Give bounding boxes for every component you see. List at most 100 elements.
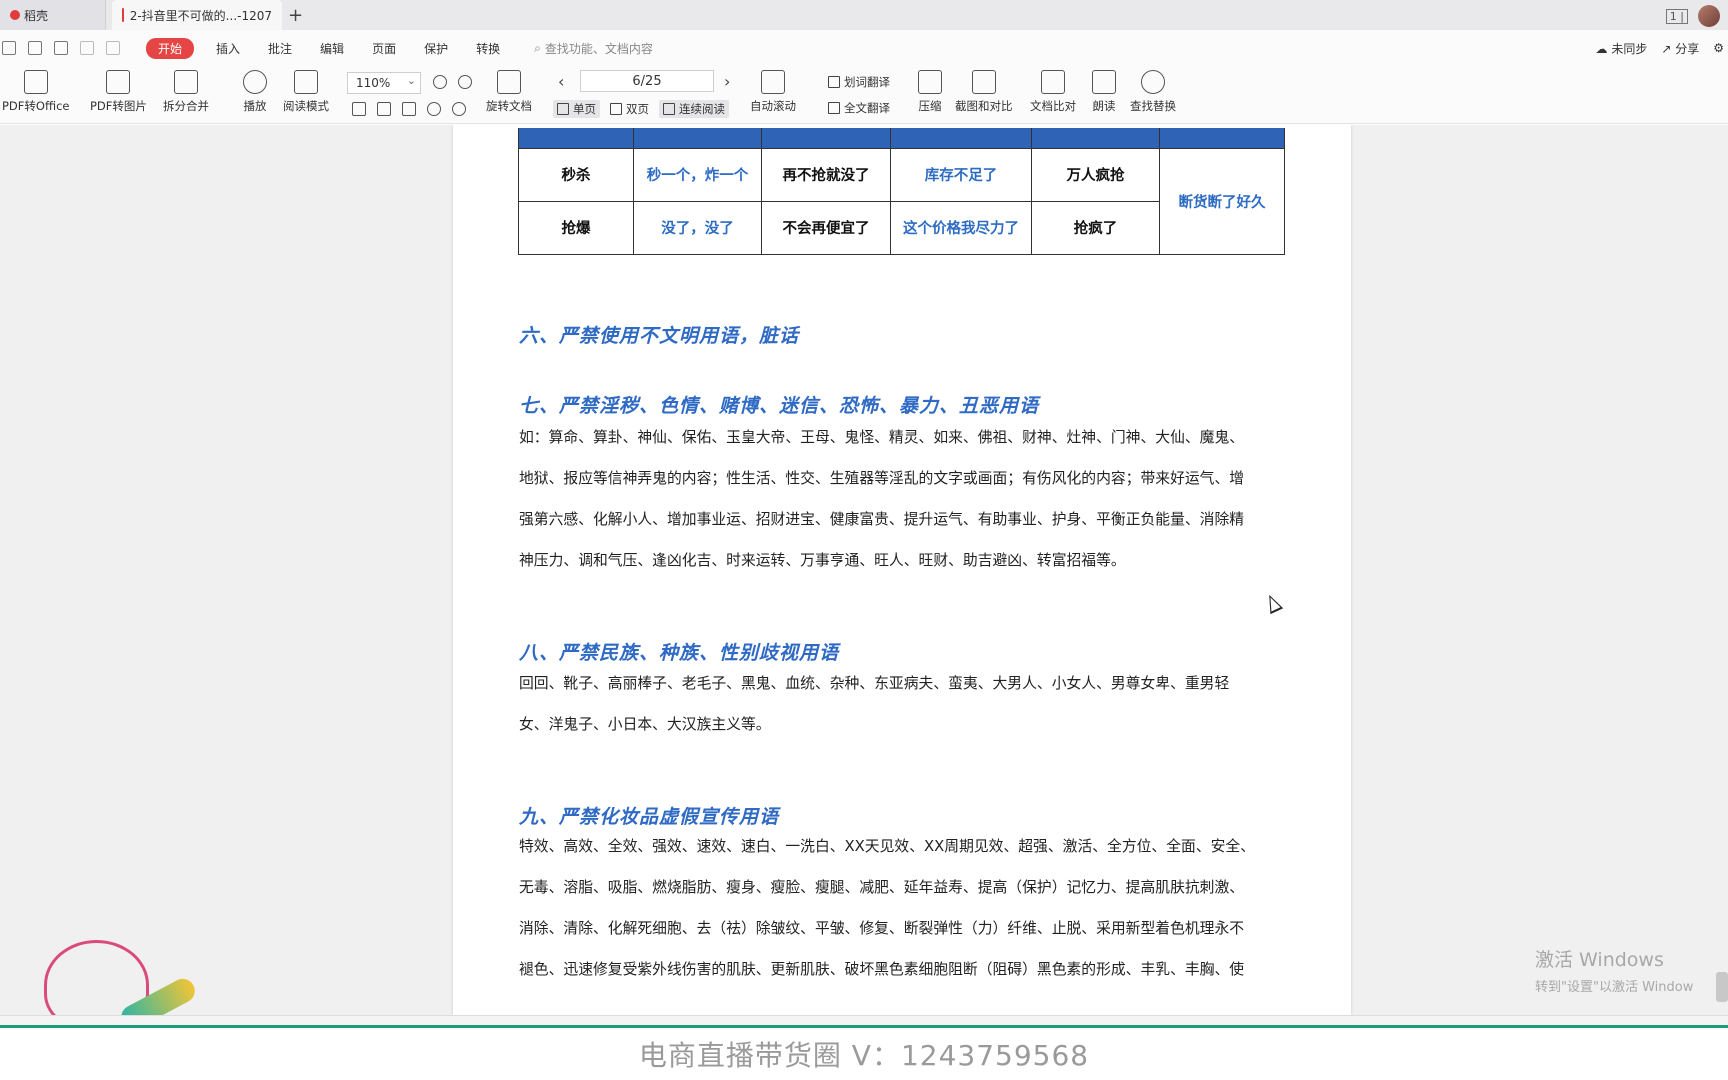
document-workspace[interactable]: 秒杀 秒一个，炸一个 再不抢就没了 库存不足了 万人疯抢 断货断了好久 抢爆 没… bbox=[0, 125, 1728, 1015]
table-cell: 库存不足了 bbox=[890, 147, 1032, 202]
menu-page[interactable]: 页面 bbox=[372, 40, 396, 57]
auto-scroll-button[interactable]: 自动滚动 bbox=[750, 70, 796, 114]
section-8-body: 回回、靴子、高丽棒子、老毛子、黑鬼、血统、杂种、东亚病夫、蛮夷、大男人、小女人、… bbox=[519, 663, 1289, 745]
single-page-icon bbox=[557, 103, 569, 115]
menu-start[interactable]: 开始 bbox=[146, 37, 195, 59]
read-aloud-button[interactable]: 朗读 bbox=[1092, 70, 1116, 114]
table-row: 秒杀 秒一个，炸一个 再不抢就没了 库存不足了 万人疯抢 断货断了好久 bbox=[518, 147, 1285, 255]
table-cell: 秒一个，炸一个 bbox=[633, 147, 762, 202]
auto-scroll-icon bbox=[761, 70, 785, 94]
tab-bar: 稻壳 2-抖音里不可做的...-1207 + 1 | bbox=[0, 0, 1728, 30]
table-cell: 没了，没了 bbox=[633, 200, 762, 255]
windows-activation-watermark: 激活 Windows 转到"设置"以激活 Window bbox=[1535, 945, 1693, 995]
text-line: 特效、高效、全效、强效、速效、速白、一洗白、XX天见效、XX周期见效、超强、激活… bbox=[519, 838, 1256, 855]
text-line: 消除、清除、化解死细胞、去（祛）除皱纹、平皱、修复、断裂弹性（力）纤维、止脱、采… bbox=[519, 920, 1245, 937]
save-icon[interactable] bbox=[28, 41, 42, 55]
screenshot-compare-button[interactable]: 截图和对比 bbox=[955, 70, 1013, 114]
rotate-document-label: 旋转文档 bbox=[486, 99, 532, 113]
fit-page-icon[interactable] bbox=[377, 102, 391, 116]
full-translate-button[interactable]: 全文翻译 bbox=[828, 100, 890, 116]
cloud-icon: ☁ bbox=[1595, 41, 1608, 56]
compress-button[interactable]: 压缩 bbox=[918, 70, 942, 114]
play-label: 播放 bbox=[243, 99, 267, 113]
share-icon: ↗ bbox=[1661, 41, 1672, 56]
window-layout-icon[interactable]: 1 | bbox=[1665, 8, 1688, 24]
section-7-heading: 七、严禁淫秽、色情、赌博、迷信、恐怖、暴力、丑恶用语 bbox=[519, 395, 1040, 417]
pdf-to-image-label: PDF转图片 bbox=[90, 99, 147, 113]
footer-banner: 电商直播带货圈 V：1243759568 bbox=[0, 1028, 1728, 1080]
menu-insert[interactable]: 插入 bbox=[216, 40, 240, 57]
zoom-select[interactable]: 110% ⌄ bbox=[347, 72, 421, 94]
double-page-button[interactable]: 双页 bbox=[610, 101, 649, 117]
table-cell: 不会再便宜了 bbox=[761, 200, 891, 255]
magnifier-icon bbox=[1141, 70, 1165, 94]
tab-home-label: 稻壳 bbox=[24, 8, 49, 23]
redo-icon[interactable] bbox=[106, 41, 120, 55]
screenshot-icon bbox=[971, 70, 996, 94]
search-input[interactable]: ⌕ 查找功能、文档内容 bbox=[534, 40, 653, 57]
next-page-icon[interactable]: › bbox=[724, 72, 730, 91]
section-7-body: 如：算命、算卦、神仙、保佑、玉皇大帝、王母、鬼怪、精灵、如来、佛祖、财神、灶神、… bbox=[519, 417, 1289, 581]
rotate-document-button[interactable]: 旋转文档 bbox=[486, 70, 532, 114]
toolbar: PDF转Office PDF转图片 拆分合并 播放 阅读模式 110% ⌄ 旋转… bbox=[0, 66, 1728, 124]
rotate-right-icon[interactable] bbox=[452, 102, 466, 116]
page-number-input[interactable]: 6/25 bbox=[580, 70, 714, 92]
settings-icon[interactable]: ⚙ bbox=[1713, 41, 1724, 55]
text-line: 无毒、溶脂、吸脂、燃烧脂肪、瘦身、瘦脸、瘦腿、减肥、延年益寿、提高（保护）记忆力… bbox=[519, 879, 1245, 896]
pdf-file-icon bbox=[122, 8, 124, 22]
new-tab-plus-icon[interactable]: + bbox=[288, 0, 303, 30]
search-placeholder: 查找功能、文档内容 bbox=[544, 41, 653, 56]
status-bar bbox=[0, 1015, 1728, 1025]
undo-icon[interactable] bbox=[80, 41, 94, 55]
table-cell: 这个价格我尽力了 bbox=[890, 200, 1032, 255]
menu-annotate[interactable]: 批注 bbox=[268, 40, 292, 57]
compress-label: 压缩 bbox=[918, 99, 942, 113]
pdf-to-office-button[interactable]: PDF转Office bbox=[2, 70, 69, 114]
continuous-read-button[interactable]: 连续阅读 bbox=[659, 100, 729, 118]
section-8-heading: 八、严禁民族、种族、性别歧视用语 bbox=[519, 642, 840, 664]
split-merge-button[interactable]: 拆分合并 bbox=[163, 70, 209, 114]
vertical-scrollbar[interactable] bbox=[1716, 972, 1728, 1002]
menu-convert[interactable]: 转换 bbox=[476, 40, 500, 57]
word-translate-label: 划词翻译 bbox=[844, 75, 890, 89]
actual-size-icon[interactable] bbox=[352, 102, 366, 116]
table-cell: 秒杀 bbox=[518, 147, 634, 202]
doc-compare-button[interactable]: 文档比对 bbox=[1030, 70, 1076, 114]
pdf-page: 秒杀 秒一个，炸一个 再不抢就没了 库存不足了 万人疯抢 断货断了好久 抢爆 没… bbox=[453, 125, 1351, 1015]
menu-edit[interactable]: 编辑 bbox=[320, 40, 344, 57]
text-line: 地狱、报应等信神弄鬼的内容；性生活、性交、生殖器等淫乱的文字或画面；有伤风化的内… bbox=[519, 470, 1245, 487]
table-cell-merged: 断货断了好久 bbox=[1159, 147, 1285, 255]
tab-home[interactable]: 稻壳 bbox=[0, 0, 106, 30]
fit-width-icon[interactable] bbox=[402, 102, 416, 116]
rotate-left-icon[interactable] bbox=[427, 102, 441, 116]
open-folder-icon[interactable] bbox=[2, 41, 16, 55]
find-replace-button[interactable]: 查找替换 bbox=[1130, 70, 1176, 114]
prev-page-icon[interactable]: ‹ bbox=[558, 72, 564, 91]
chevron-down-icon: ⌄ bbox=[406, 74, 416, 87]
table-header-row bbox=[518, 128, 1285, 149]
page-indicator: 6/25 bbox=[632, 73, 662, 89]
double-page-icon bbox=[610, 103, 622, 115]
read-mode-button[interactable]: 阅读模式 bbox=[283, 70, 329, 114]
zoom-value: 110% bbox=[356, 76, 391, 90]
zoom-out-icon[interactable] bbox=[433, 75, 447, 89]
avatar[interactable] bbox=[1698, 5, 1720, 27]
word-translate-button[interactable]: 划词翻译 bbox=[828, 74, 890, 90]
table-header-cell bbox=[761, 128, 891, 149]
zoom-in-icon[interactable] bbox=[458, 75, 472, 89]
play-icon bbox=[243, 70, 267, 94]
doc-compare-icon bbox=[1041, 70, 1065, 94]
print-icon[interactable] bbox=[54, 41, 68, 55]
play-button[interactable]: 播放 bbox=[243, 70, 267, 114]
pdf-to-image-button[interactable]: PDF转图片 bbox=[90, 70, 147, 114]
sync-status[interactable]: ☁ 未同步 bbox=[1595, 40, 1647, 57]
section-6-heading: 六、严禁使用不文明用语，脏话 bbox=[519, 325, 800, 347]
menu-protect[interactable]: 保护 bbox=[424, 40, 448, 57]
single-page-button[interactable]: 单页 bbox=[553, 100, 600, 118]
tab-document[interactable]: 2-抖音里不可做的...-1207 bbox=[112, 0, 282, 30]
share-button[interactable]: ↗ 分享 bbox=[1661, 40, 1699, 57]
rotate-document-icon bbox=[497, 70, 521, 94]
text-line: 神压力、调和气压、逢凶化吉、时来运转、万事亨通、旺人、旺财、助吉避凶、转富招福等… bbox=[519, 552, 1126, 569]
single-page-label: 单页 bbox=[573, 102, 596, 116]
read-aloud-icon bbox=[1092, 70, 1116, 94]
